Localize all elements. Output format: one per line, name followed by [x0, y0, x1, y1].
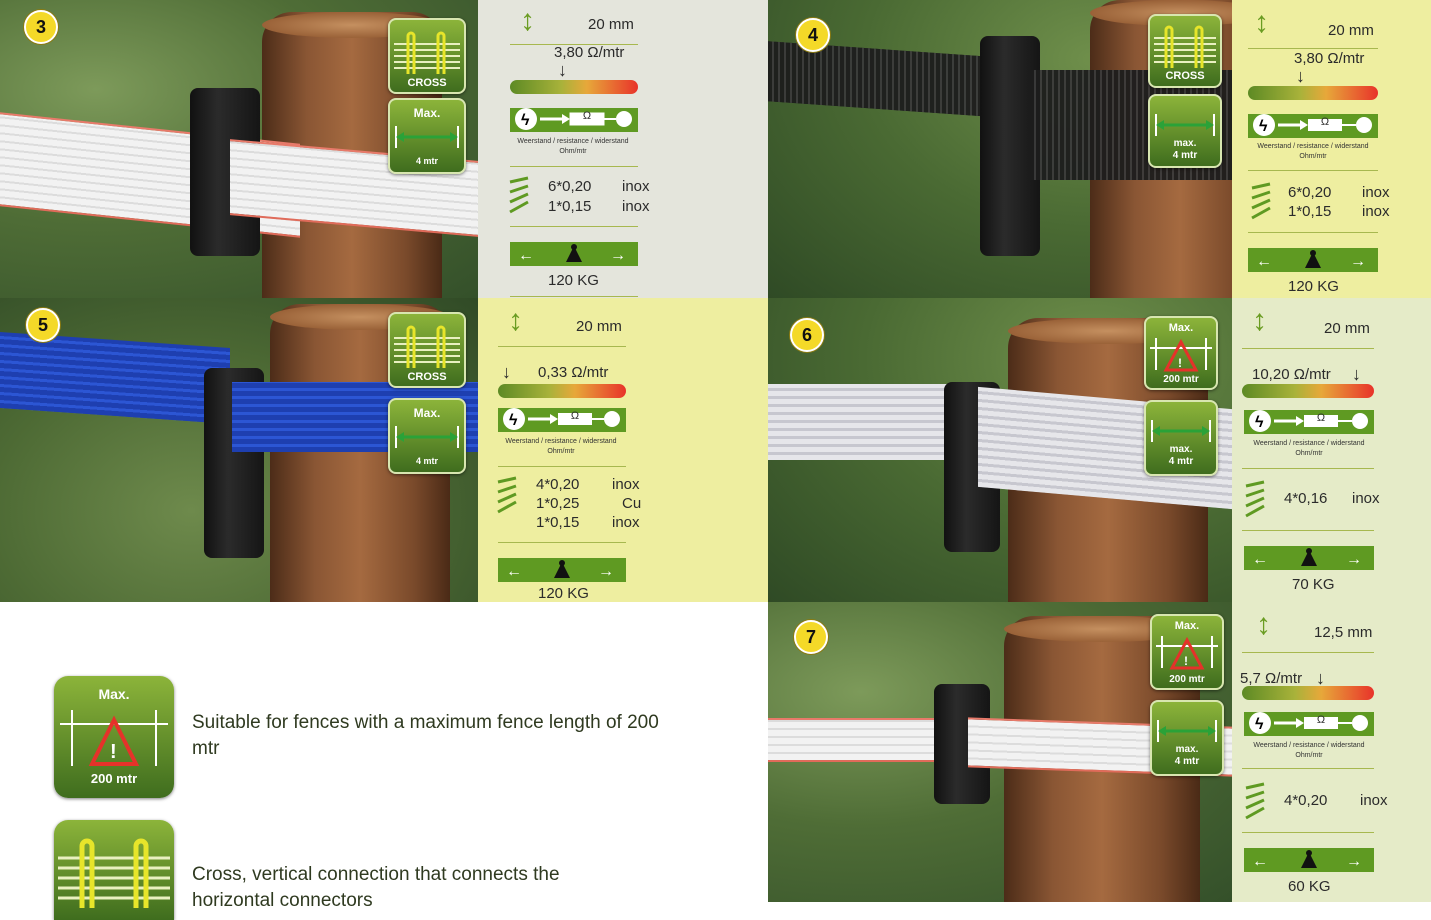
- cross-icon: CROSS: [1148, 14, 1222, 88]
- max-4-mtr-icon: Max. 4 mtr: [388, 98, 466, 174]
- resistance-scale: [498, 384, 626, 398]
- conductor-icon: [497, 476, 517, 514]
- conductor-icon: [1251, 182, 1271, 220]
- breaking-strength: 120 KG: [548, 272, 599, 289]
- product-number-badge: 7: [794, 620, 828, 654]
- conductor-icon: [1245, 782, 1265, 820]
- resistance-scale: [1242, 686, 1374, 700]
- resistance-caption: Weerstand / resistance / widerstand: [517, 138, 629, 145]
- product-number-badge: 6: [790, 318, 824, 352]
- product-number-badge: 3: [24, 10, 58, 44]
- product-6-photo: 6 Max. ! 200 mtr max. 4 mtr: [768, 298, 1232, 602]
- blue-tape: [0, 331, 230, 425]
- svg-text:←: ←: [1252, 551, 1268, 568]
- product-number-badge: 5: [26, 308, 60, 342]
- max-4-mtr-icon: Max. 4 mtr: [388, 398, 466, 474]
- svg-text:→: →: [610, 247, 626, 264]
- legend: Max. ! 200 mtr Suitable for fences with …: [0, 602, 768, 920]
- height-arrow-icon: ↕: [1254, 6, 1269, 39]
- svg-text:ϟ: ϟ: [521, 112, 530, 129]
- max-4-mtr-icon: max. 4 mtr: [1144, 400, 1218, 476]
- arrow-down-icon: ↓: [1352, 364, 1361, 384]
- svg-text:←: ←: [506, 563, 522, 580]
- svg-text:→: →: [1346, 551, 1362, 568]
- resistance-scale: [510, 80, 638, 94]
- product-5-photo: 5 CROSS Max. 4 mtr: [0, 298, 478, 602]
- svg-text:ϟ: ϟ: [1255, 716, 1264, 733]
- product-7-photo: 7 Max. ! 200 mtr max. 4 mtr: [768, 602, 1232, 902]
- product-4-specs: ↕ 20 mm 3,80 Ω/mtr ↓ ϟ Ω Weerstand / res…: [1232, 0, 1431, 298]
- max-200-mtr-icon: Max. ! 200 mtr: [54, 676, 174, 798]
- svg-text:ϟ: ϟ: [1255, 414, 1264, 431]
- arrow-down-icon: ↓: [502, 362, 511, 382]
- cross-icon: [54, 820, 174, 920]
- svg-text:ϟ: ϟ: [509, 412, 518, 429]
- product-3-photo: 3 CROSS Max. 4 mtr: [0, 0, 478, 298]
- tape-width: 20 mm: [588, 16, 634, 33]
- height-arrow-icon: ↕: [520, 4, 535, 37]
- svg-text:→: →: [1346, 853, 1362, 870]
- svg-text:!: !: [1178, 356, 1182, 370]
- conductor-icon: [509, 176, 529, 214]
- max-200-mtr-icon: Max. ! 200 mtr: [1150, 614, 1224, 690]
- height-arrow-icon: ↕: [508, 304, 523, 337]
- arrow-down-icon: ↓: [558, 60, 567, 80]
- product-number-badge: 4: [796, 18, 830, 52]
- svg-text:ϟ: ϟ: [1259, 118, 1268, 135]
- svg-text:←: ←: [1252, 853, 1268, 870]
- product-5-specs: ↕ 20 mm ↓ 0,33 Ω/mtr ϟ Ω Weerstand / res…: [478, 298, 768, 602]
- height-arrow-icon: ↕: [1256, 608, 1271, 641]
- svg-text:!: !: [110, 741, 117, 763]
- svg-text:→: →: [1350, 253, 1366, 270]
- white-tape: [768, 384, 968, 460]
- product-4-photo: 4 CROSS max. 4 mtr: [768, 0, 1232, 298]
- resistance-value: 3,80 Ω/mtr: [554, 44, 625, 61]
- resistance-scale: [1242, 384, 1374, 398]
- resistance-scale: [1248, 86, 1378, 100]
- legend-text-cross: Cross, vertical connection that connects…: [192, 864, 560, 911]
- product-7-specs: ↕ 12,5 mm 5,7 Ω/mtr ↓ ϟ Ω Weerstand / re…: [1232, 602, 1431, 902]
- cross-icon: CROSS: [388, 312, 466, 388]
- product-6-specs: ↕ 20 mm 10,20 Ω/mtr ↓ ϟ Ω Weerstand / re…: [1232, 298, 1431, 602]
- arrow-down-icon: ↓: [1296, 66, 1305, 86]
- svg-text:←: ←: [1256, 253, 1272, 270]
- height-arrow-icon: ↕: [1252, 304, 1267, 337]
- svg-text:→: →: [598, 563, 614, 580]
- svg-text:←: ←: [518, 247, 534, 264]
- legend-text-max-200: Suitable for fences with a maximum fence…: [192, 712, 659, 759]
- max-4-mtr-icon: max. 4 mtr: [1148, 94, 1222, 168]
- max-4-mtr-icon: max. 4 mtr: [1150, 700, 1224, 776]
- conductor-icon: [1245, 480, 1265, 518]
- max-200-mtr-icon: Max. ! 200 mtr: [1144, 316, 1218, 390]
- svg-text:!: !: [1184, 654, 1188, 668]
- product-3-specs: ↕ 20 mm 3,80 Ω/mtr ↓ ϟ Ω Weerstand / res…: [478, 0, 768, 298]
- cross-icon: CROSS: [388, 18, 466, 94]
